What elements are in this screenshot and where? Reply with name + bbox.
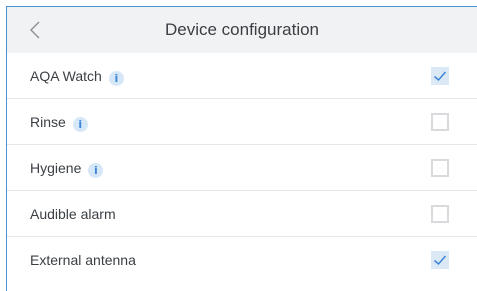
external-antenna-checkbox[interactable] (431, 251, 449, 269)
settings-list: AQA Watch i Rinse i Hygiene i Audible alarm (7, 53, 477, 283)
page-title: Device configuration (164, 20, 320, 39)
setting-label: External antenna (30, 252, 136, 268)
setting-label: Hygiene (30, 160, 82, 176)
hygiene-checkbox[interactable] (431, 159, 449, 177)
checkmark-icon (434, 71, 447, 82)
rinse-checkbox[interactable] (431, 113, 449, 131)
setting-row-external-antenna: External antenna (7, 237, 477, 283)
setting-row-hygiene: Hygiene i (7, 145, 477, 191)
device-configuration-panel: Device configuration AQA Watch i Rinse i H… (6, 6, 477, 291)
setting-label: Rinse (30, 114, 66, 130)
setting-row-rinse: Rinse i (7, 99, 477, 145)
info-icon[interactable]: i (72, 117, 88, 132)
setting-label: AQA Watch (30, 68, 102, 84)
audible-alarm-checkbox[interactable] (431, 205, 449, 223)
header-bar: Device configuration (7, 7, 477, 53)
setting-label: Audible alarm (30, 206, 116, 222)
info-icon[interactable]: i (108, 71, 124, 86)
setting-row-aqa-watch: AQA Watch i (7, 53, 477, 99)
aqa-watch-checkbox[interactable] (431, 67, 449, 85)
setting-row-audible-alarm: Audible alarm (7, 191, 477, 237)
info-icon[interactable]: i (88, 163, 104, 178)
checkmark-icon (434, 255, 447, 266)
